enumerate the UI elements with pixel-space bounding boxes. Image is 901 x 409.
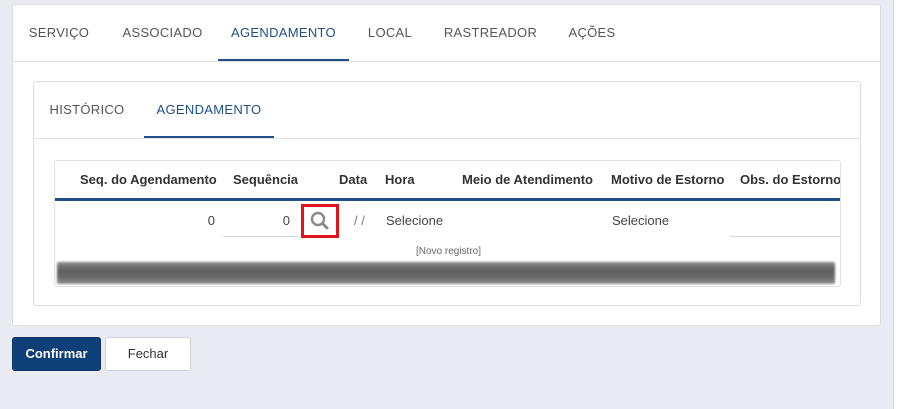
column-header-data[interactable]: Data bbox=[339, 172, 367, 187]
tab-local[interactable]: LOCAL bbox=[359, 5, 421, 61]
horizontal-scrollbar[interactable] bbox=[57, 262, 835, 284]
tab-historico[interactable]: HISTÓRICO bbox=[42, 82, 132, 138]
column-header-seq-agendamento[interactable]: Seq. do Agendamento bbox=[80, 172, 217, 187]
confirm-button[interactable]: Confirmar bbox=[12, 337, 101, 371]
column-header-meio-atendimento[interactable]: Meio de Atendimento bbox=[462, 172, 593, 187]
seq-agendamento-value: 0 bbox=[207, 213, 215, 228]
tab-associado[interactable]: ASSOCIADO bbox=[115, 5, 210, 61]
tab-rastreador[interactable]: RASTREADOR bbox=[438, 5, 543, 61]
column-header-motivo-estorno[interactable]: Motivo de Estorno bbox=[611, 172, 724, 187]
sub-tabs: HISTÓRICO AGENDAMENTO bbox=[34, 82, 860, 139]
main-panel: SERVIÇO ASSOCIADO AGENDAMENTO LOCAL RAST… bbox=[12, 4, 881, 326]
column-header-hora[interactable]: Hora bbox=[385, 172, 415, 187]
search-icon bbox=[310, 211, 329, 230]
grid-header: Seq. do Agendamento Sequência Data Hora … bbox=[55, 161, 840, 201]
tab-agendamento[interactable]: AGENDAMENTO bbox=[218, 5, 349, 61]
tab-servico[interactable]: SERVIÇO bbox=[17, 5, 101, 61]
column-header-obs-estorno[interactable]: Obs. do Estorno bbox=[740, 172, 840, 187]
background-window-edge bbox=[893, 0, 901, 409]
new-record-link[interactable]: [Novo registro] bbox=[55, 246, 840, 257]
motivo-estorno-select[interactable]: Selecione bbox=[612, 213, 669, 228]
sequencia-input[interactable]: 0 bbox=[223, 201, 298, 237]
obs-estorno-input[interactable] bbox=[730, 201, 840, 237]
agendamento-grid: Seq. do Agendamento Sequência Data Hora … bbox=[54, 160, 841, 287]
page: SERVIÇO ASSOCIADO AGENDAMENTO LOCAL RAST… bbox=[0, 0, 901, 409]
tab-acoes[interactable]: AÇÕES bbox=[557, 5, 627, 61]
sequencia-value: 0 bbox=[282, 213, 290, 228]
main-tabs: SERVIÇO ASSOCIADO AGENDAMENTO LOCAL RAST… bbox=[13, 5, 880, 62]
tab-agendamento-sub[interactable]: AGENDAMENTO bbox=[144, 82, 274, 138]
table-row: 0 0 / / Selecione Selecione bbox=[55, 201, 840, 241]
data-value[interactable]: / / bbox=[354, 213, 365, 228]
search-button[interactable] bbox=[301, 204, 339, 238]
close-button[interactable]: Fechar bbox=[105, 337, 191, 371]
hora-select[interactable]: Selecione bbox=[386, 213, 443, 228]
column-header-sequencia[interactable]: Sequência bbox=[233, 172, 298, 187]
agendamento-panel: HISTÓRICO AGENDAMENTO Seq. do Agendament… bbox=[33, 81, 861, 306]
